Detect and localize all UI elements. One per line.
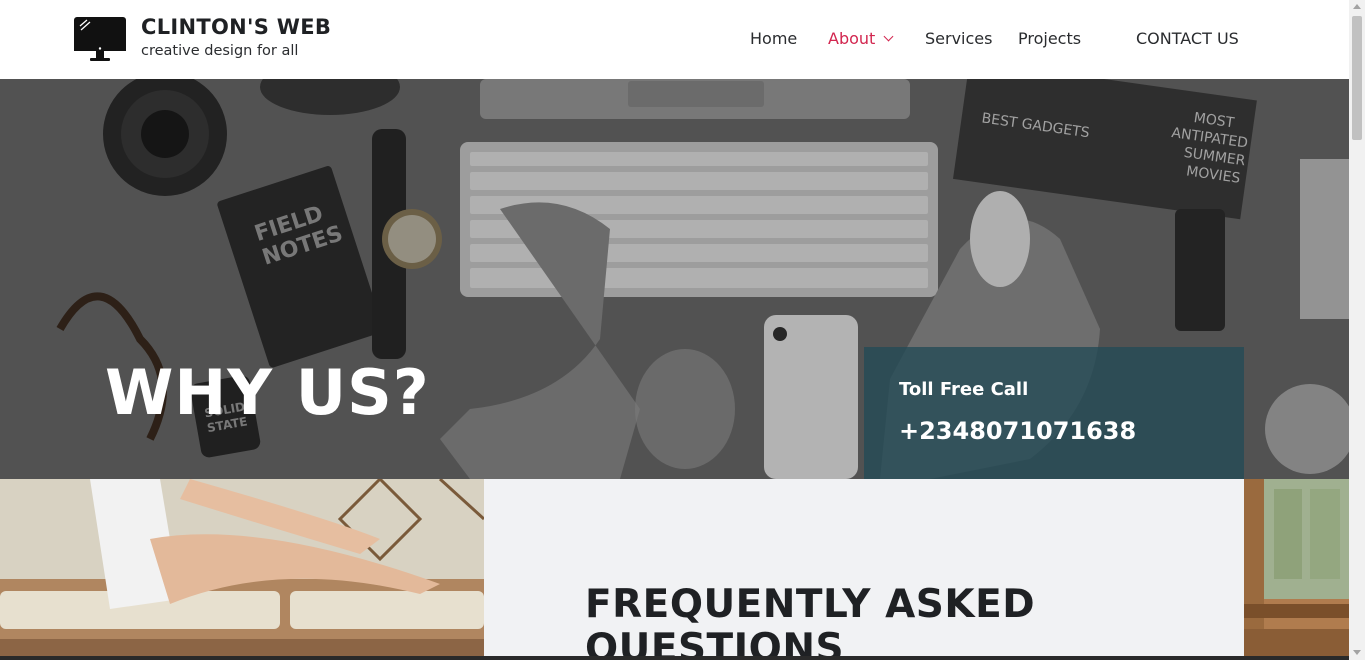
scrollbar-thumb[interactable]: [1352, 16, 1362, 140]
hero-banner: FIELD NOTES MOST ANTIPATED SUMMER MOVIES…: [0, 79, 1349, 479]
call-label: Toll Free Call: [899, 379, 1029, 400]
faq-side-photo: [0, 479, 484, 660]
nav-item-projects[interactable]: Projects: [1018, 28, 1081, 50]
nav-item-about[interactable]: About: [828, 28, 894, 50]
chevron-down-icon: [883, 31, 894, 42]
hero-title: WHY US?: [105, 356, 430, 429]
faq-section: FREQUENTLY ASKED QUESTIONS: [0, 479, 1349, 660]
call-number[interactable]: +2348071071638: [899, 416, 1136, 446]
nav-item-services[interactable]: Services: [925, 28, 992, 50]
vertical-scrollbar[interactable]: [1349, 0, 1365, 660]
scroll-up-arrow-icon[interactable]: [1353, 4, 1361, 9]
nav-item-contact-us[interactable]: CONTACT US: [1136, 28, 1239, 50]
nav-item-about-label: About: [828, 29, 876, 48]
main-nav: Home About Services Projects CONTACT US: [0, 28, 1349, 50]
site-header: CLINTON'S WEB creative design for all Ho…: [0, 0, 1349, 79]
nav-item-home[interactable]: Home: [750, 28, 797, 50]
toll-free-call-box: Toll Free Call +2348071071638: [864, 347, 1244, 479]
faq-side-photo-right: [1244, 479, 1349, 660]
faq-title: FREQUENTLY ASKED QUESTIONS: [585, 582, 1036, 660]
faq-panel: FREQUENTLY ASKED QUESTIONS: [484, 479, 1244, 660]
scroll-down-arrow-icon[interactable]: [1353, 650, 1361, 655]
bottom-strip: [0, 656, 1349, 660]
